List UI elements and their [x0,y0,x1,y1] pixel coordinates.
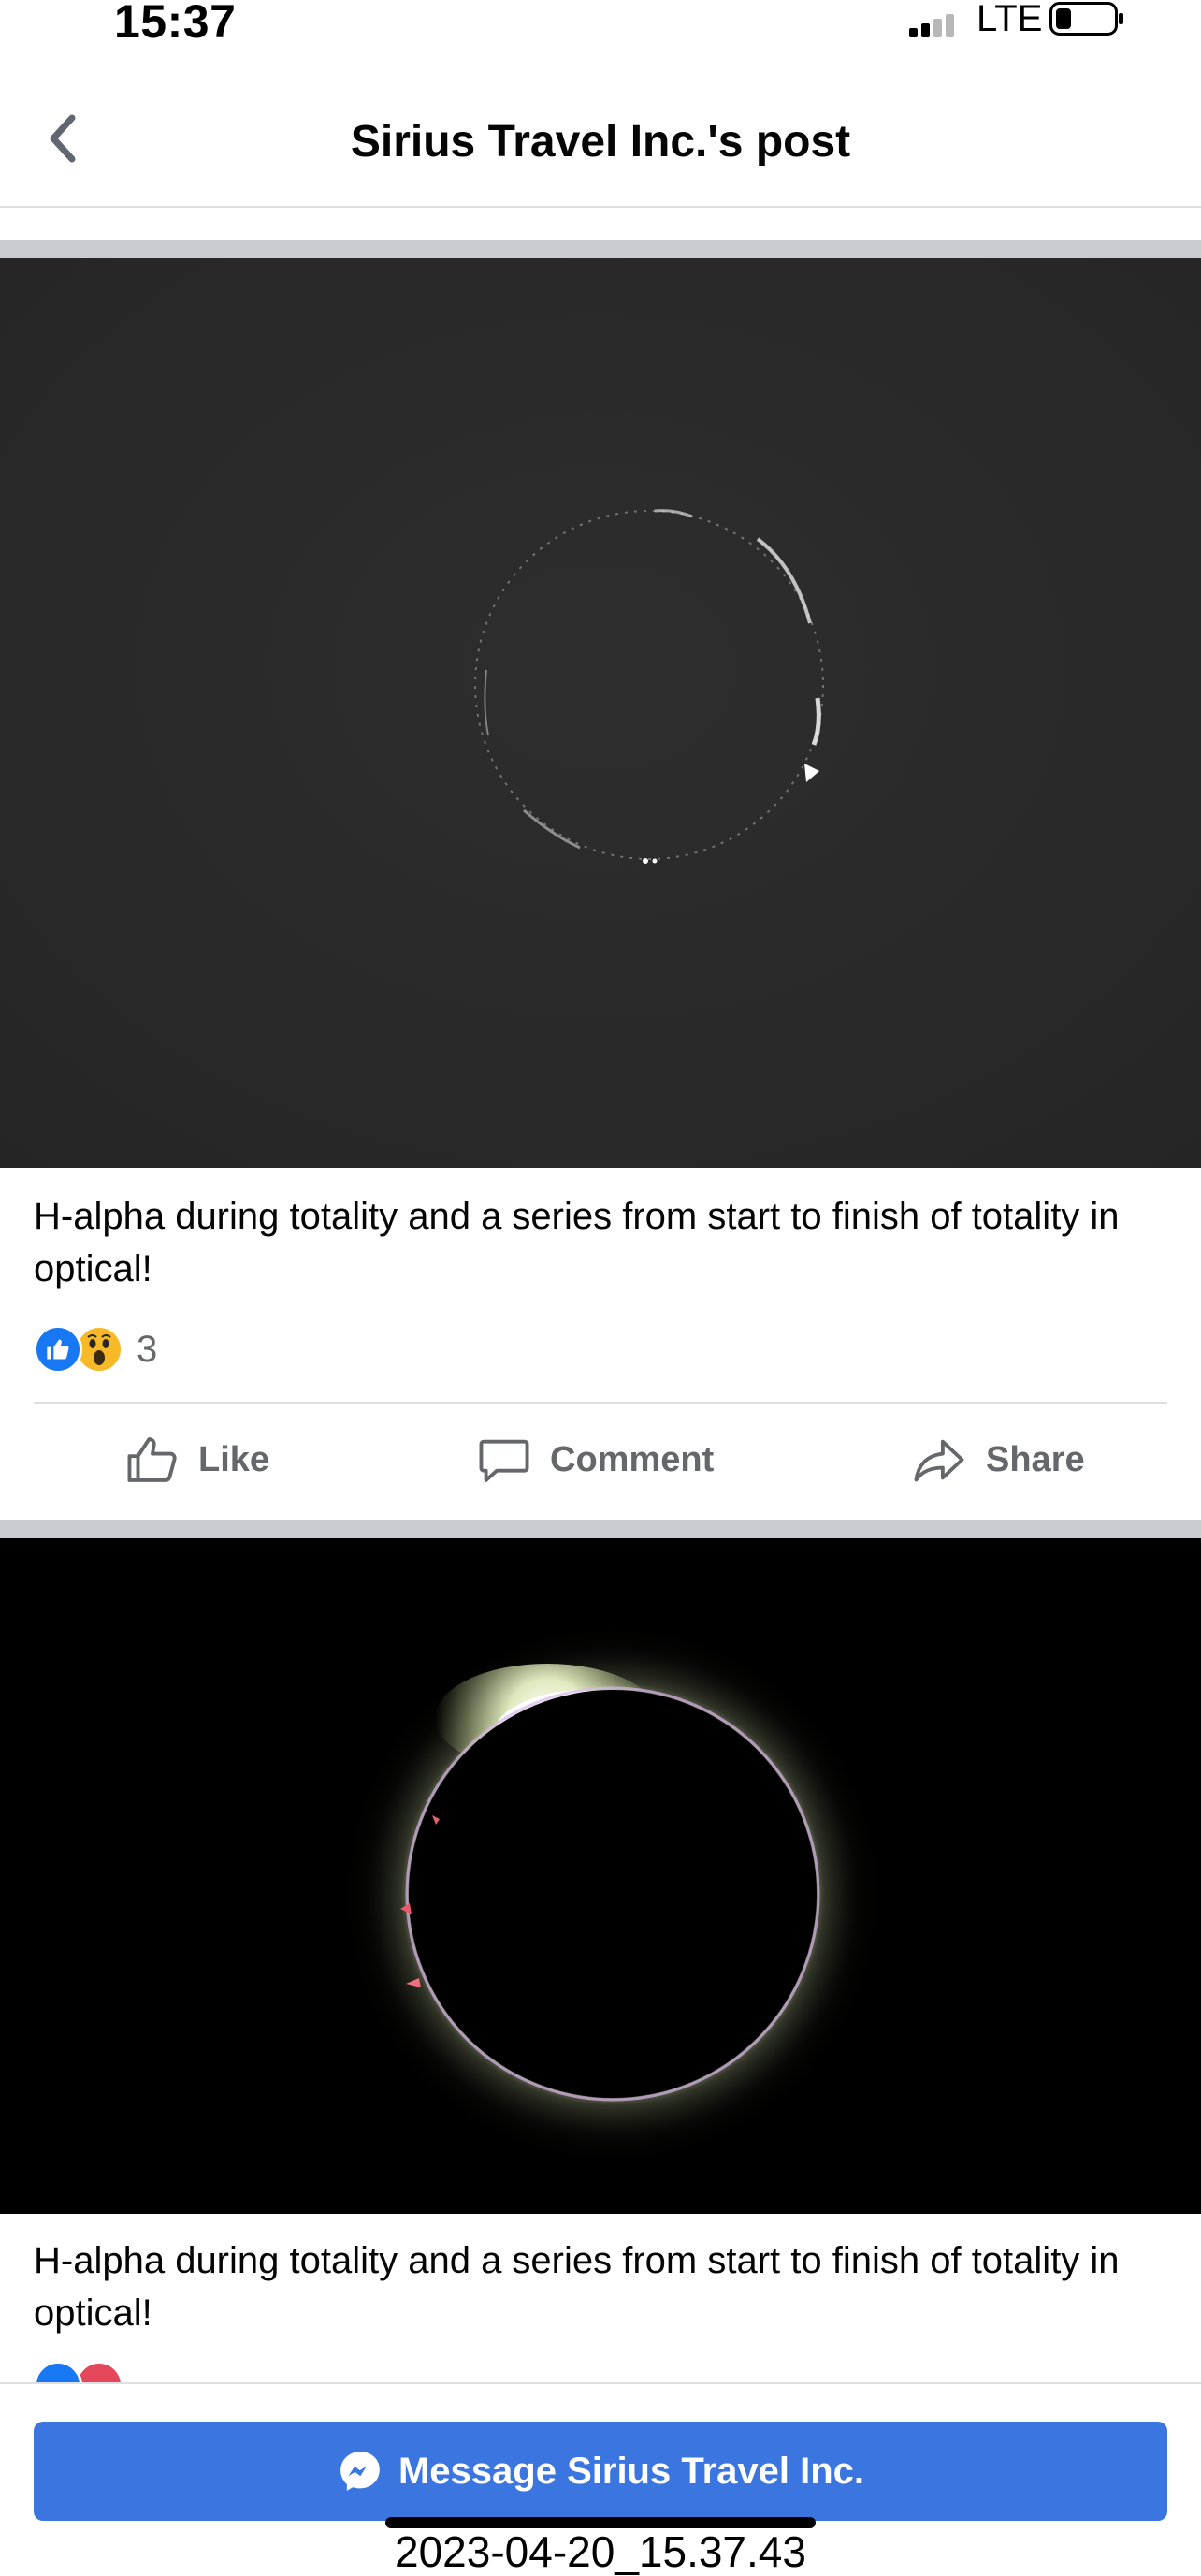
signal-icon [909,14,965,37]
share-button[interactable]: Share [909,1422,1085,1497]
post-caption: H-alpha during totality and a series fro… [34,2240,1120,2334]
like-icon [34,1325,82,1374]
reactions-summary[interactable]: 3 [34,1323,157,1375]
message-button-label: Message Sirius Travel Inc. [398,2450,865,2492]
message-page-button[interactable]: Message Sirius Travel Inc. [34,2422,1167,2521]
reaction-count: 3 [137,1328,158,1370]
love-icon [75,2361,123,2382]
post-photo-eclipse[interactable] [0,1538,1201,2214]
comment-button[interactable]: Comment [475,1422,714,1497]
status-time: 15:37 [114,0,237,48]
post-caption: H-alpha during totality and a series fro… [34,1196,1120,1289]
bottom-bar: Message Sirius Travel Inc. 2023-04-20_15… [0,2382,1201,2576]
reactions-summary-partial [34,2360,123,2382]
screenshot-timestamp: 2023-04-20_15.37.43 [395,2527,806,2576]
status-bar: 15:37 LTE [0,0,1201,65]
comment-icon [479,1439,529,1482]
share-icon [914,1439,964,1482]
page-title: Sirius Travel Inc.'s post [350,117,851,167]
post-photo-halpha[interactable] [0,258,1201,1168]
post-separator [0,240,1201,258]
like-icon [34,2361,82,2382]
post-separator [0,1520,1201,1538]
nav-bar: Sirius Travel Inc.'s post [0,65,1201,208]
nav-divider [0,206,1201,208]
like-button[interactable]: Like [123,1422,269,1497]
battery-icon [1049,2,1123,36]
comment-label: Comment [550,1439,715,1479]
thumbs-up-icon [127,1437,177,1482]
network-type: LTE [977,0,1043,39]
actions-divider [34,1402,1167,1404]
like-label: Like [198,1439,270,1479]
share-label: Share [986,1439,1085,1479]
messenger-icon [340,2452,380,2491]
